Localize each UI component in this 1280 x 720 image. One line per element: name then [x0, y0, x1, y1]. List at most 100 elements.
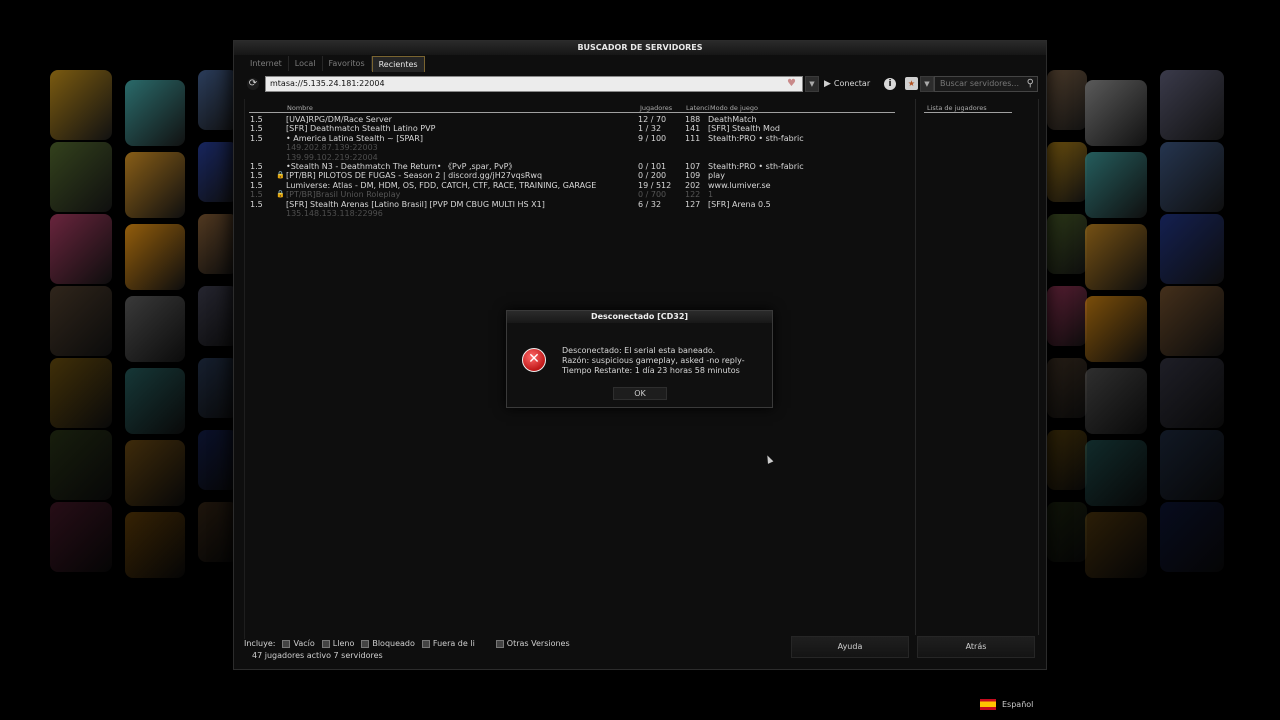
background-tile — [125, 224, 185, 290]
server-mode: Stealth:PRO • sth-fabric — [708, 133, 804, 143]
server-row[interactable]: 1.5 • America Latina Stealth ~ [SPAR] 9 / … — [234, 134, 914, 143]
background-tile — [1160, 358, 1224, 428]
tab-favoritos[interactable]: Favoritos — [323, 56, 372, 71]
tab-bar: Internet Local Favoritos Recientes — [244, 56, 425, 72]
status-text: 47 jugadores activo 7 servidores — [252, 651, 383, 660]
server-alt-address: 139.99.102.219:22004 — [286, 152, 378, 162]
server-row[interactable]: 1.5 [PT/BR]Brasil Union Roleplay 0 / 700 12… — [234, 190, 914, 199]
connect-button[interactable]: ▶ Conectar — [824, 76, 888, 92]
server-name: [UVA]RPG/DM/Race Server — [286, 115, 392, 124]
background-tile — [1085, 80, 1147, 146]
background-tile — [198, 502, 238, 562]
server-row[interactable]: 1.5 Lumiverse: Atlas - DM, HDM, OS, FDD, … — [234, 181, 914, 190]
background-tile — [1085, 296, 1147, 362]
server-version: 1.5 — [250, 133, 263, 143]
filter-option-label: Vacío — [293, 639, 315, 648]
back-button[interactable]: Atrás — [917, 636, 1035, 658]
background-tile — [198, 286, 238, 346]
background-tile — [50, 430, 112, 500]
filter-checkbox[interactable]: Lleno — [321, 638, 355, 650]
server-name: Lumiverse: Atlas - DM, HDM, OS, FDD, CAT… — [286, 180, 597, 190]
server-ping: 188 — [685, 115, 701, 124]
background-tile — [50, 502, 112, 572]
server-ping: 107 — [685, 161, 701, 171]
filter-option-label: Fuera de li — [432, 639, 475, 648]
filter-checkbox[interactable]: Bloqueado — [361, 638, 415, 650]
server-ping: 122 — [685, 190, 701, 200]
lock-icon: 🔒 — [276, 190, 285, 199]
server-mode: play — [708, 171, 725, 181]
server-mode: [SFR] Arena 0.5 — [708, 199, 771, 209]
server-players: 1 / 32 — [638, 124, 662, 134]
background-tile — [1085, 152, 1147, 218]
filter-label: Incluye: — [244, 639, 276, 648]
background-tile — [1160, 430, 1224, 500]
background-tile — [50, 358, 112, 428]
server-list: 1.5 [UVA]RPG/DM/Race Server 12 / 70 188 Deat… — [234, 115, 914, 218]
add-favorite-icon[interactable]: ★ — [905, 77, 918, 90]
ok-button[interactable]: OK — [613, 387, 667, 400]
favorite-dropdown[interactable]: ▼ — [920, 76, 934, 92]
background-tile — [198, 70, 238, 130]
info-icon[interactable]: i — [884, 78, 896, 90]
background-tile — [1160, 142, 1224, 212]
address-input[interactable]: mtasa://5.135.24.181:22004 ♥ — [265, 76, 803, 92]
background-tile — [1047, 358, 1087, 418]
background-tile — [1047, 502, 1087, 562]
checkbox-icon — [361, 640, 370, 648]
background-tile — [125, 368, 185, 434]
background-tile — [50, 286, 112, 356]
help-button[interactable]: Ayuda — [791, 636, 909, 658]
server-row[interactable]: 1.5 •Stealth N3 - Deathmatch The Return•… — [234, 162, 914, 171]
server-ping: 202 — [685, 180, 701, 190]
tab-local[interactable]: Local — [289, 56, 323, 71]
background-tile — [50, 142, 112, 212]
filter-row: Incluye: Vacío Lleno Bloqueado Fuera de li O… — [244, 638, 570, 650]
background-tile — [1085, 224, 1147, 290]
background-tile — [1085, 440, 1147, 506]
server-version: 1.5 — [250, 190, 263, 200]
server-ping: 127 — [685, 199, 701, 209]
server-alt-address: 149.202.87.139:22003 — [286, 143, 378, 153]
bottom-bar: Incluye: Vacío Lleno Bloqueado Fuera de li O… — [244, 636, 1035, 666]
tab-recientes[interactable]: Recientes — [371, 56, 425, 72]
favorite-heart-icon[interactable]: ♥ — [787, 77, 796, 91]
server-name: [SFR] Deathmatch Stealth Latino PVP — [286, 124, 436, 134]
address-value: mtasa://5.135.24.181:22004 — [270, 79, 385, 88]
server-ping: 111 — [685, 133, 701, 143]
server-version: 1.5 — [250, 171, 263, 181]
background-tile — [50, 70, 112, 140]
server-players: 19 / 512 — [638, 180, 672, 190]
server-row[interactable]: 1.5 [SFR] Stealth Arenas [Latino Brasil] … — [234, 200, 914, 209]
filter-checkbox[interactable]: Fuera de li — [421, 638, 475, 650]
col-name[interactable]: Nombre — [287, 104, 313, 112]
server-name: [SFR] Stealth Arenas [Latino Brasil] [PV… — [286, 199, 545, 209]
col-players[interactable]: Jugadores — [640, 104, 672, 112]
filter-option-label: Lleno — [332, 639, 355, 648]
refresh-icon[interactable]: ⟳ — [247, 78, 259, 90]
filter-checkbox[interactable]: Otras Versiones — [495, 638, 570, 650]
play-icon: ▶ — [824, 79, 831, 89]
col-mode[interactable]: Modo de juego — [710, 104, 758, 112]
server-row[interactable]: 1.5 [UVA]RPG/DM/Race Server 12 / 70 188 Deat… — [234, 115, 914, 124]
server-players: 9 / 100 — [638, 133, 667, 143]
filter-checkbox[interactable]: Vacío — [282, 638, 315, 650]
search-input[interactable]: Buscar servidores... ⚲ — [934, 76, 1038, 92]
server-mode: DeathMatch — [708, 115, 757, 124]
background-tile — [198, 214, 238, 274]
server-ping: 109 — [685, 171, 701, 181]
language-selector[interactable]: Español — [980, 699, 1033, 710]
server-players: 0 / 101 — [638, 161, 667, 171]
tab-internet[interactable]: Internet — [244, 56, 289, 71]
background-tile — [198, 358, 238, 418]
col-ping[interactable]: Latenci — [686, 104, 710, 112]
server-row[interactable]: 1.5 [PT/BR] PILOTOS DE FUGAS - Season 2 |… — [234, 171, 914, 180]
checkbox-icon — [495, 640, 504, 648]
address-history-dropdown[interactable]: ▼ — [805, 76, 819, 92]
server-row[interactable]: 1.5 [SFR] Deathmatch Stealth Latino PVP 1 … — [234, 124, 914, 133]
server-mode: Stealth:PRO • sth-fabric — [708, 161, 804, 171]
background-tile — [198, 142, 238, 202]
server-players: 12 / 70 — [638, 115, 667, 124]
server-ping: 141 — [685, 124, 701, 134]
dialog-line-3: Tiempo Restante: 1 día 23 horas 58 minut… — [562, 366, 740, 375]
